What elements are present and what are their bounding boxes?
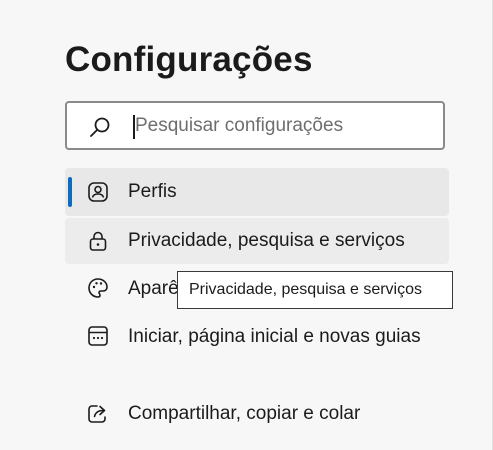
profile-icon bbox=[88, 182, 108, 202]
sidebar-item-label: Iniciar, página inicial e novas guias bbox=[128, 326, 421, 347]
page-title: Configurações bbox=[65, 40, 313, 79]
search-box[interactable] bbox=[65, 101, 445, 150]
tooltip: Privacidade, pesquisa e serviços bbox=[177, 271, 453, 309]
sidebar-item-perfis[interactable]: Perfis bbox=[65, 168, 449, 216]
sidebar-item-compartilhar[interactable]: Compartilhar, copiar e colar bbox=[65, 390, 449, 438]
sidebar-item-label: Compartilhar, copiar e colar bbox=[128, 403, 361, 424]
search-input[interactable] bbox=[135, 111, 425, 141]
home-grid-icon bbox=[88, 326, 108, 346]
sidebar-item-iniciar[interactable]: Iniciar, página inicial e novas guias bbox=[65, 314, 449, 386]
selected-indicator bbox=[68, 177, 72, 207]
sidebar-item-label: Perfis bbox=[128, 181, 177, 202]
lock-icon bbox=[89, 231, 107, 251]
sidebar-item-label: Privacidade, pesquisa e serviços bbox=[128, 230, 405, 251]
palette-icon bbox=[88, 278, 108, 298]
sidebar-item-privacidade[interactable]: Privacidade, pesquisa e serviços bbox=[65, 218, 449, 264]
share-icon bbox=[88, 405, 106, 423]
search-icon bbox=[90, 117, 110, 137]
